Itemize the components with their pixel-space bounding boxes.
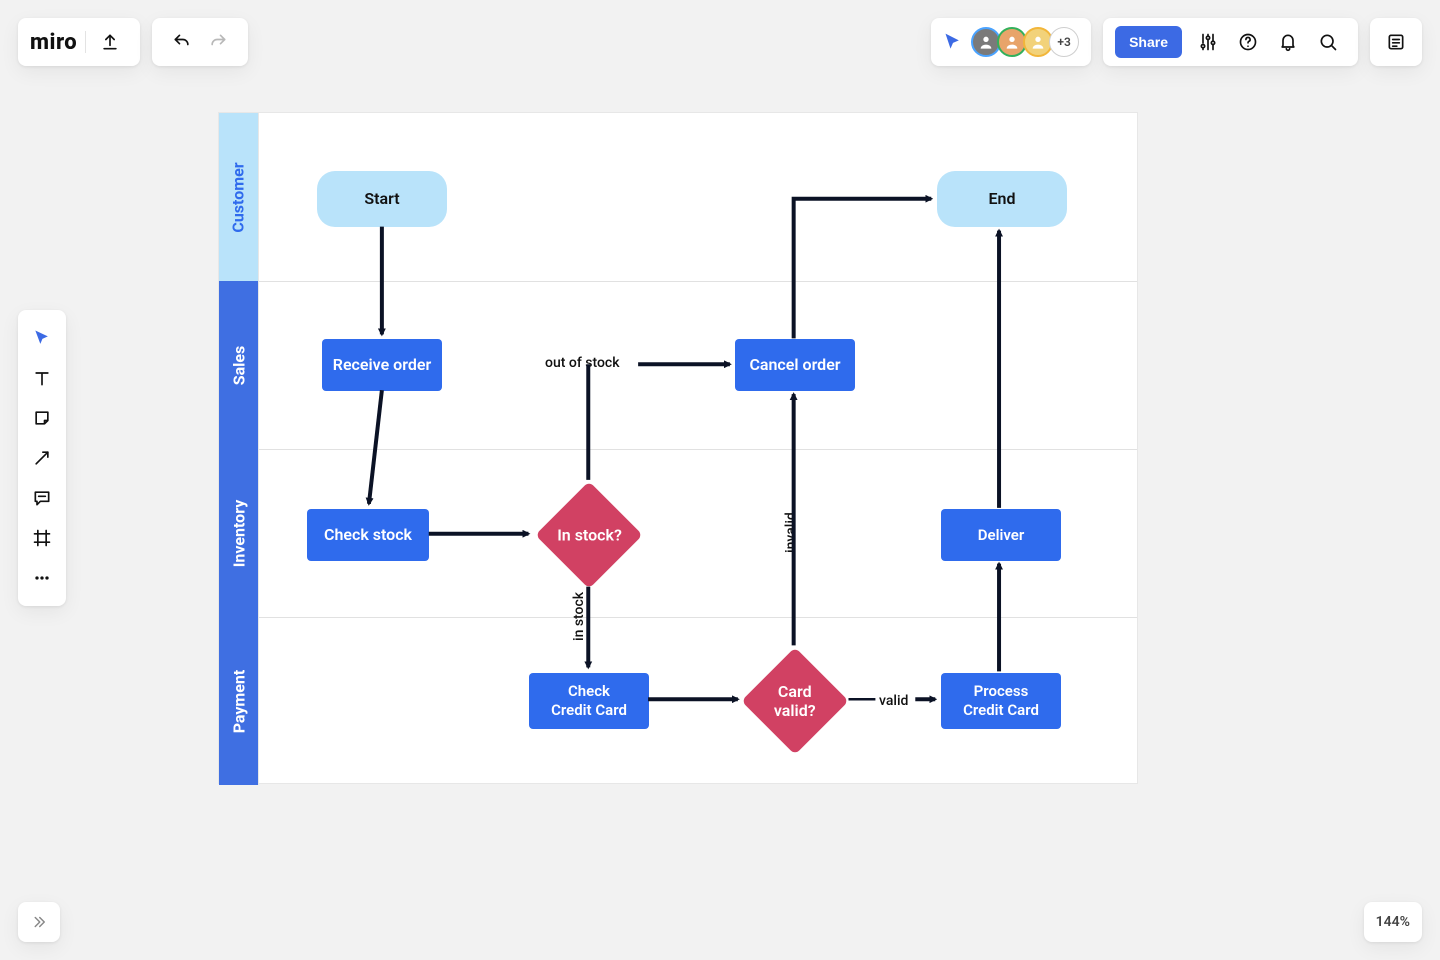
edge-in-stock-label: in stock — [571, 592, 587, 641]
search-button[interactable] — [1310, 24, 1346, 60]
text-icon — [32, 368, 52, 388]
lane-customer-label: Customer — [229, 162, 248, 232]
lane-inventory-label: Inventory — [229, 499, 248, 567]
tool-arrow[interactable] — [22, 438, 62, 478]
node-check-stock-label: Check stock — [324, 525, 412, 545]
notifications-button[interactable] — [1270, 24, 1306, 60]
node-cancel-order[interactable]: Cancel order — [735, 339, 855, 391]
node-in-stock-q[interactable]: In stock? — [535, 481, 642, 588]
more-icon — [32, 568, 52, 588]
toolbox — [18, 310, 66, 606]
tool-more[interactable] — [22, 558, 62, 598]
node-in-stock-q-label: In stock? — [557, 525, 622, 544]
node-check-cc-label: Check Credit Card — [551, 682, 627, 720]
cursor-icon — [32, 328, 52, 348]
node-process-cc[interactable]: Process Credit Card — [941, 673, 1061, 729]
collab-card: +3 — [931, 18, 1091, 66]
app-logo[interactable]: miro — [30, 30, 77, 55]
panel-card — [1370, 18, 1422, 66]
cursor-share-icon[interactable] — [943, 32, 963, 52]
edge-invalid-label: invalid — [783, 512, 799, 553]
lane-customer[interactable]: Customer — [219, 113, 259, 281]
lane-separator — [259, 449, 1137, 450]
sticky-icon — [32, 408, 52, 428]
settings-button[interactable] — [1190, 24, 1226, 60]
arrow-icon — [32, 448, 52, 468]
share-card: Share — [1103, 18, 1358, 66]
logo-card: miro — [18, 18, 140, 66]
frame-icon — [32, 528, 52, 548]
undo-icon — [172, 32, 192, 52]
edge-out-of-stock-label: out of stock — [545, 355, 620, 371]
node-receive-order-label: Receive order — [333, 355, 431, 375]
node-check-cc[interactable]: Check Credit Card — [529, 673, 649, 729]
sliders-icon — [1198, 32, 1218, 52]
panel-icon — [1386, 32, 1406, 52]
redo-icon — [208, 32, 228, 52]
tool-sticky[interactable] — [22, 398, 62, 438]
node-deliver-label: Deliver — [978, 526, 1025, 545]
upload-icon — [100, 32, 120, 52]
node-receive-order[interactable]: Receive order — [322, 339, 442, 391]
upload-button[interactable] — [92, 24, 128, 60]
edge-valid-label: valid — [879, 693, 908, 709]
node-end[interactable]: End — [937, 171, 1067, 227]
swimlane-diagram[interactable]: Customer Sales Inventory Payment Start E… — [218, 112, 1138, 784]
lane-separator — [259, 617, 1137, 618]
tool-text[interactable] — [22, 358, 62, 398]
zoom-level: 144% — [1376, 914, 1410, 930]
lane-sales-label: Sales — [229, 345, 248, 385]
tool-frame[interactable] — [22, 518, 62, 558]
comment-icon — [32, 488, 52, 508]
lane-payment[interactable]: Payment — [219, 617, 259, 785]
node-deliver[interactable]: Deliver — [941, 509, 1061, 561]
redo-button[interactable] — [200, 24, 236, 60]
help-button[interactable] — [1230, 24, 1266, 60]
zoom-chip[interactable]: 144% — [1364, 902, 1422, 942]
node-start-label: Start — [364, 189, 399, 209]
lane-separator — [259, 281, 1137, 282]
lane-payment-label: Payment — [229, 669, 248, 733]
node-start[interactable]: Start — [317, 171, 447, 227]
node-cancel-order-label: Cancel order — [749, 355, 840, 375]
expand-chip[interactable] — [18, 902, 60, 942]
node-check-stock[interactable]: Check stock — [307, 509, 429, 561]
search-icon — [1318, 32, 1338, 52]
undo-redo-card — [152, 18, 248, 66]
node-end-label: End — [989, 189, 1016, 209]
panel-button[interactable] — [1378, 24, 1414, 60]
share-button[interactable]: Share — [1115, 26, 1182, 58]
tool-comment[interactable] — [22, 478, 62, 518]
lane-inventory[interactable]: Inventory — [219, 449, 259, 617]
node-process-cc-label: Process Credit Card — [963, 682, 1039, 720]
divider — [85, 31, 86, 53]
node-card-valid-q[interactable]: Card valid? — [741, 647, 848, 754]
avatar-extra-count[interactable]: +3 — [1049, 27, 1079, 57]
lane-sales[interactable]: Sales — [219, 281, 259, 449]
chevron-double-right-icon — [30, 913, 48, 931]
help-icon — [1238, 32, 1258, 52]
bell-icon — [1278, 32, 1298, 52]
node-card-valid-q-label: Card valid? — [774, 682, 816, 720]
avatar-stack: +3 — [975, 27, 1079, 57]
undo-button[interactable] — [164, 24, 200, 60]
tool-select[interactable] — [22, 318, 62, 358]
